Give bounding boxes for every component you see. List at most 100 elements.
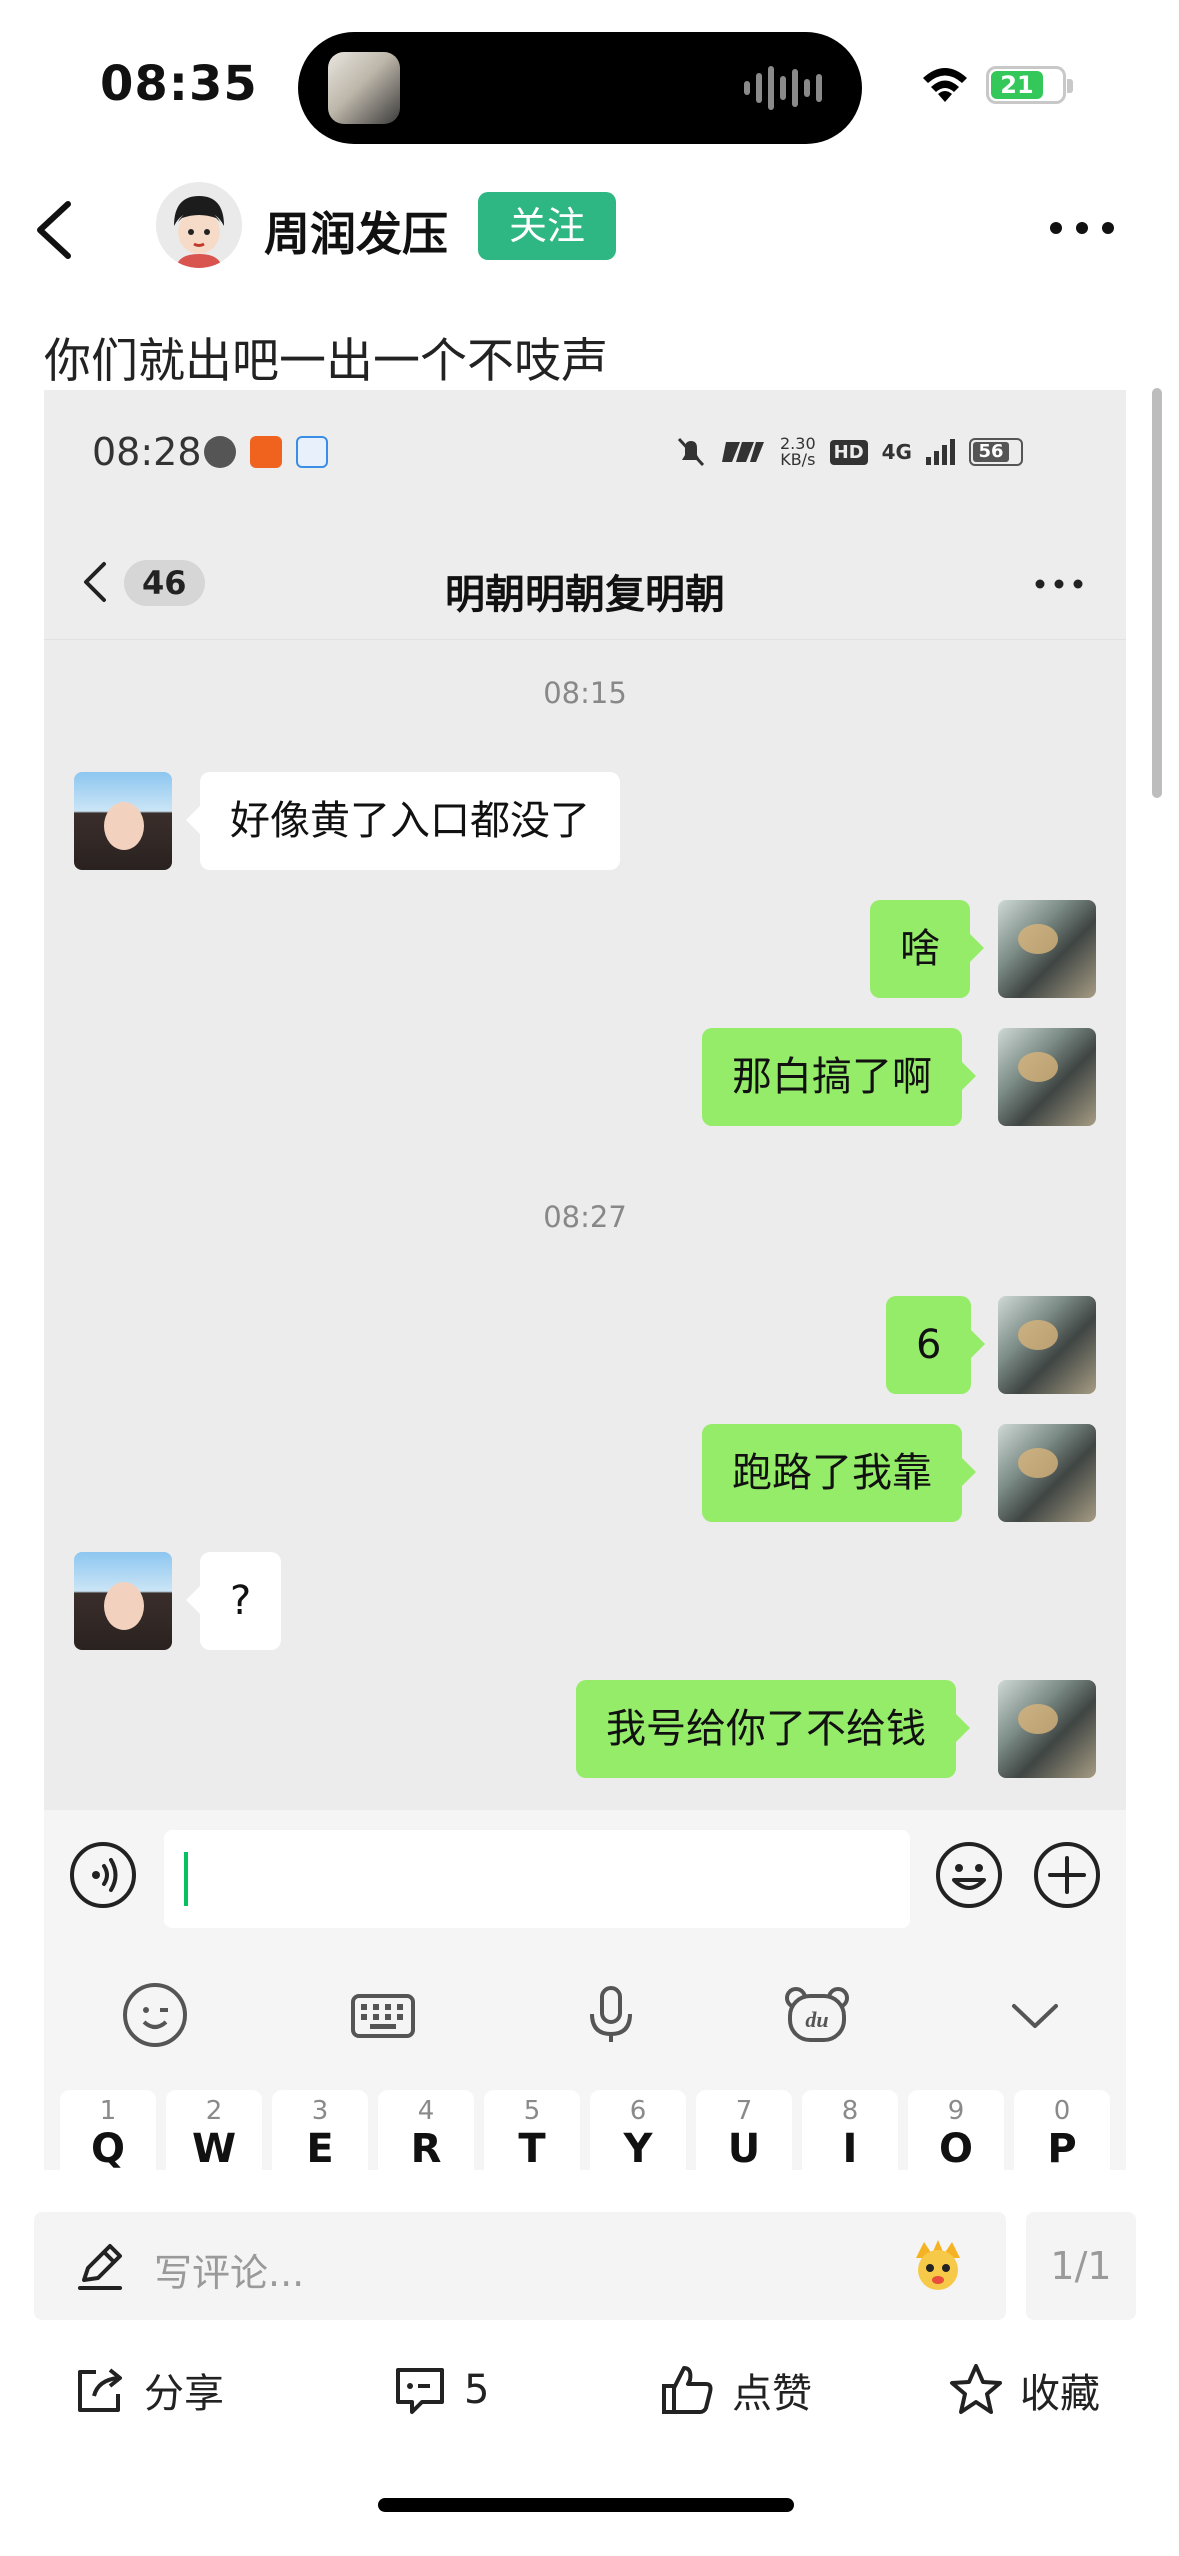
- chat-more-icon[interactable]: [1034, 578, 1084, 590]
- comment-placeholder: 写评论...: [154, 2251, 305, 2295]
- wifi-icon: [923, 68, 967, 102]
- pen-icon: [78, 2244, 122, 2290]
- inner-battery-level: 56: [972, 442, 1009, 462]
- favorite-button[interactable]: 收藏: [948, 2358, 1100, 2422]
- comment-icon: [396, 2368, 444, 2414]
- key-number: 4: [417, 2096, 435, 2126]
- key-u[interactable]: 7U: [696, 2090, 792, 2170]
- key-number: 1: [99, 2096, 117, 2126]
- key-letter: U: [727, 2126, 761, 2170]
- key-i[interactable]: 8I: [802, 2090, 898, 2170]
- key-o[interactable]: 9O: [908, 2090, 1004, 2170]
- image-scrollbar[interactable]: [1152, 388, 1162, 798]
- now-playing-artwork: [328, 52, 400, 124]
- my-avatar[interactable]: [998, 1028, 1096, 1126]
- nfc-icon: [722, 442, 764, 462]
- inner-status-time: 08:28: [92, 430, 202, 474]
- plus-icon[interactable]: [1032, 1840, 1102, 1910]
- comment-count: 5: [464, 2367, 490, 2413]
- back-icon[interactable]: [28, 198, 84, 262]
- key-letter: O: [938, 2126, 973, 2170]
- outgoing-message[interactable]: 跑路了我靠: [702, 1424, 976, 1522]
- key-number: 2: [205, 2096, 223, 2126]
- comment-input[interactable]: 写评论...: [34, 2212, 1006, 2320]
- post-header: 周润发压 关注: [0, 160, 1179, 290]
- app-icon-blue: [296, 436, 328, 468]
- key-number: 9: [947, 2096, 965, 2126]
- text-caret: [184, 1852, 188, 1906]
- key-number: 3: [311, 2096, 329, 2126]
- outgoing-message[interactable]: 6: [886, 1296, 986, 1394]
- key-letter: I: [842, 2126, 858, 2170]
- more-options-icon[interactable]: [1046, 218, 1118, 238]
- contact-avatar[interactable]: [74, 772, 172, 870]
- home-indicator[interactable]: [378, 2498, 794, 2512]
- microphone-icon[interactable]: [576, 1980, 646, 2050]
- app-icon-gray: [204, 436, 236, 468]
- battery-icon: 21: [986, 66, 1073, 104]
- outgoing-message[interactable]: 啥: [870, 900, 984, 998]
- key-number: 6: [629, 2096, 647, 2126]
- like-label: 点赞: [732, 2371, 812, 2417]
- key-t[interactable]: 5T: [484, 2090, 580, 2170]
- comments-button[interactable]: 5: [392, 2358, 489, 2422]
- key-number: 8: [841, 2096, 859, 2126]
- message-timestamp: 08:15: [543, 676, 627, 710]
- page-indicator: 1/1: [1026, 2212, 1136, 2320]
- like-button[interactable]: 点赞: [660, 2358, 812, 2422]
- emoji-icon[interactable]: [934, 1840, 1004, 1910]
- post-image-screenshot[interactable]: 08:28 2.30 KB/s HD 4G 56 46 明朝明朝复明朝 08:1…: [44, 390, 1126, 2170]
- app-icon-orange: [250, 436, 282, 468]
- my-avatar[interactable]: [998, 900, 1096, 998]
- baidu-input-icon[interactable]: du: [782, 1980, 852, 2050]
- outgoing-message[interactable]: 那白搞了啊: [702, 1028, 976, 1126]
- status-time: 08:35: [100, 56, 258, 112]
- message-input[interactable]: [164, 1830, 910, 1928]
- dynamic-island[interactable]: [298, 32, 862, 144]
- thumbs-up-icon: [662, 2366, 713, 2414]
- chat-header: 46 明朝明朝复明朝: [44, 520, 1126, 640]
- signal-icon: [925, 439, 955, 465]
- my-avatar[interactable]: [998, 1296, 1096, 1394]
- voice-icon[interactable]: [68, 1840, 138, 1910]
- key-letter: P: [1047, 2126, 1077, 2170]
- contact-avatar[interactable]: [74, 1552, 172, 1650]
- incoming-message[interactable]: ?: [185, 1552, 282, 1650]
- key-w[interactable]: 2W: [166, 2090, 262, 2170]
- key-letter: T: [518, 2126, 546, 2170]
- key-number: 0: [1053, 2096, 1071, 2126]
- mascot-emoji-icon[interactable]: [910, 2238, 966, 2294]
- follow-button[interactable]: 关注: [478, 192, 616, 260]
- network-type: 4G: [881, 440, 912, 464]
- author-avatar[interactable]: [156, 182, 242, 268]
- incoming-message[interactable]: 好像黄了入口都没了: [186, 772, 620, 870]
- key-letter: Y: [623, 2126, 653, 2170]
- favorite-label: 收藏: [1020, 2371, 1100, 2417]
- key-letter: E: [306, 2126, 334, 2170]
- keyboard-top-row: 1Q 2W 3E 4R 5T 6Y 7U 8I 9O 0P: [44, 2090, 1126, 2170]
- network-speed-unit: KB/s: [780, 450, 816, 469]
- author-name[interactable]: 周润发压: [264, 198, 448, 264]
- notification-icons: [204, 436, 328, 468]
- key-letter: R: [410, 2126, 442, 2170]
- my-avatar[interactable]: [998, 1680, 1096, 1778]
- inner-status-right: 2.30 KB/s HD 4G 56: [676, 432, 1023, 472]
- keyboard-layout-icon[interactable]: [348, 1980, 418, 2050]
- key-y[interactable]: 6Y: [590, 2090, 686, 2170]
- collapse-keyboard-icon[interactable]: [1000, 1980, 1070, 2050]
- keyboard-toolbar: du: [44, 1940, 1126, 2090]
- key-p[interactable]: 0P: [1014, 2090, 1110, 2170]
- my-avatar[interactable]: [998, 1424, 1096, 1522]
- outgoing-message[interactable]: 我号给你了不给钱: [576, 1680, 970, 1778]
- chat-title: 明朝明朝复明朝: [445, 572, 725, 618]
- key-number: 5: [523, 2096, 541, 2126]
- hd-badge: HD: [829, 439, 868, 465]
- share-icon: [78, 2368, 122, 2412]
- key-r[interactable]: 4R: [378, 2090, 474, 2170]
- key-e[interactable]: 3E: [272, 2090, 368, 2170]
- message-timestamp: 08:27: [543, 1200, 627, 1234]
- keyboard-emoji-icon[interactable]: [120, 1980, 190, 2050]
- key-letter: Q: [90, 2126, 125, 2170]
- key-q[interactable]: 1Q: [60, 2090, 156, 2170]
- share-button[interactable]: 分享: [72, 2358, 224, 2422]
